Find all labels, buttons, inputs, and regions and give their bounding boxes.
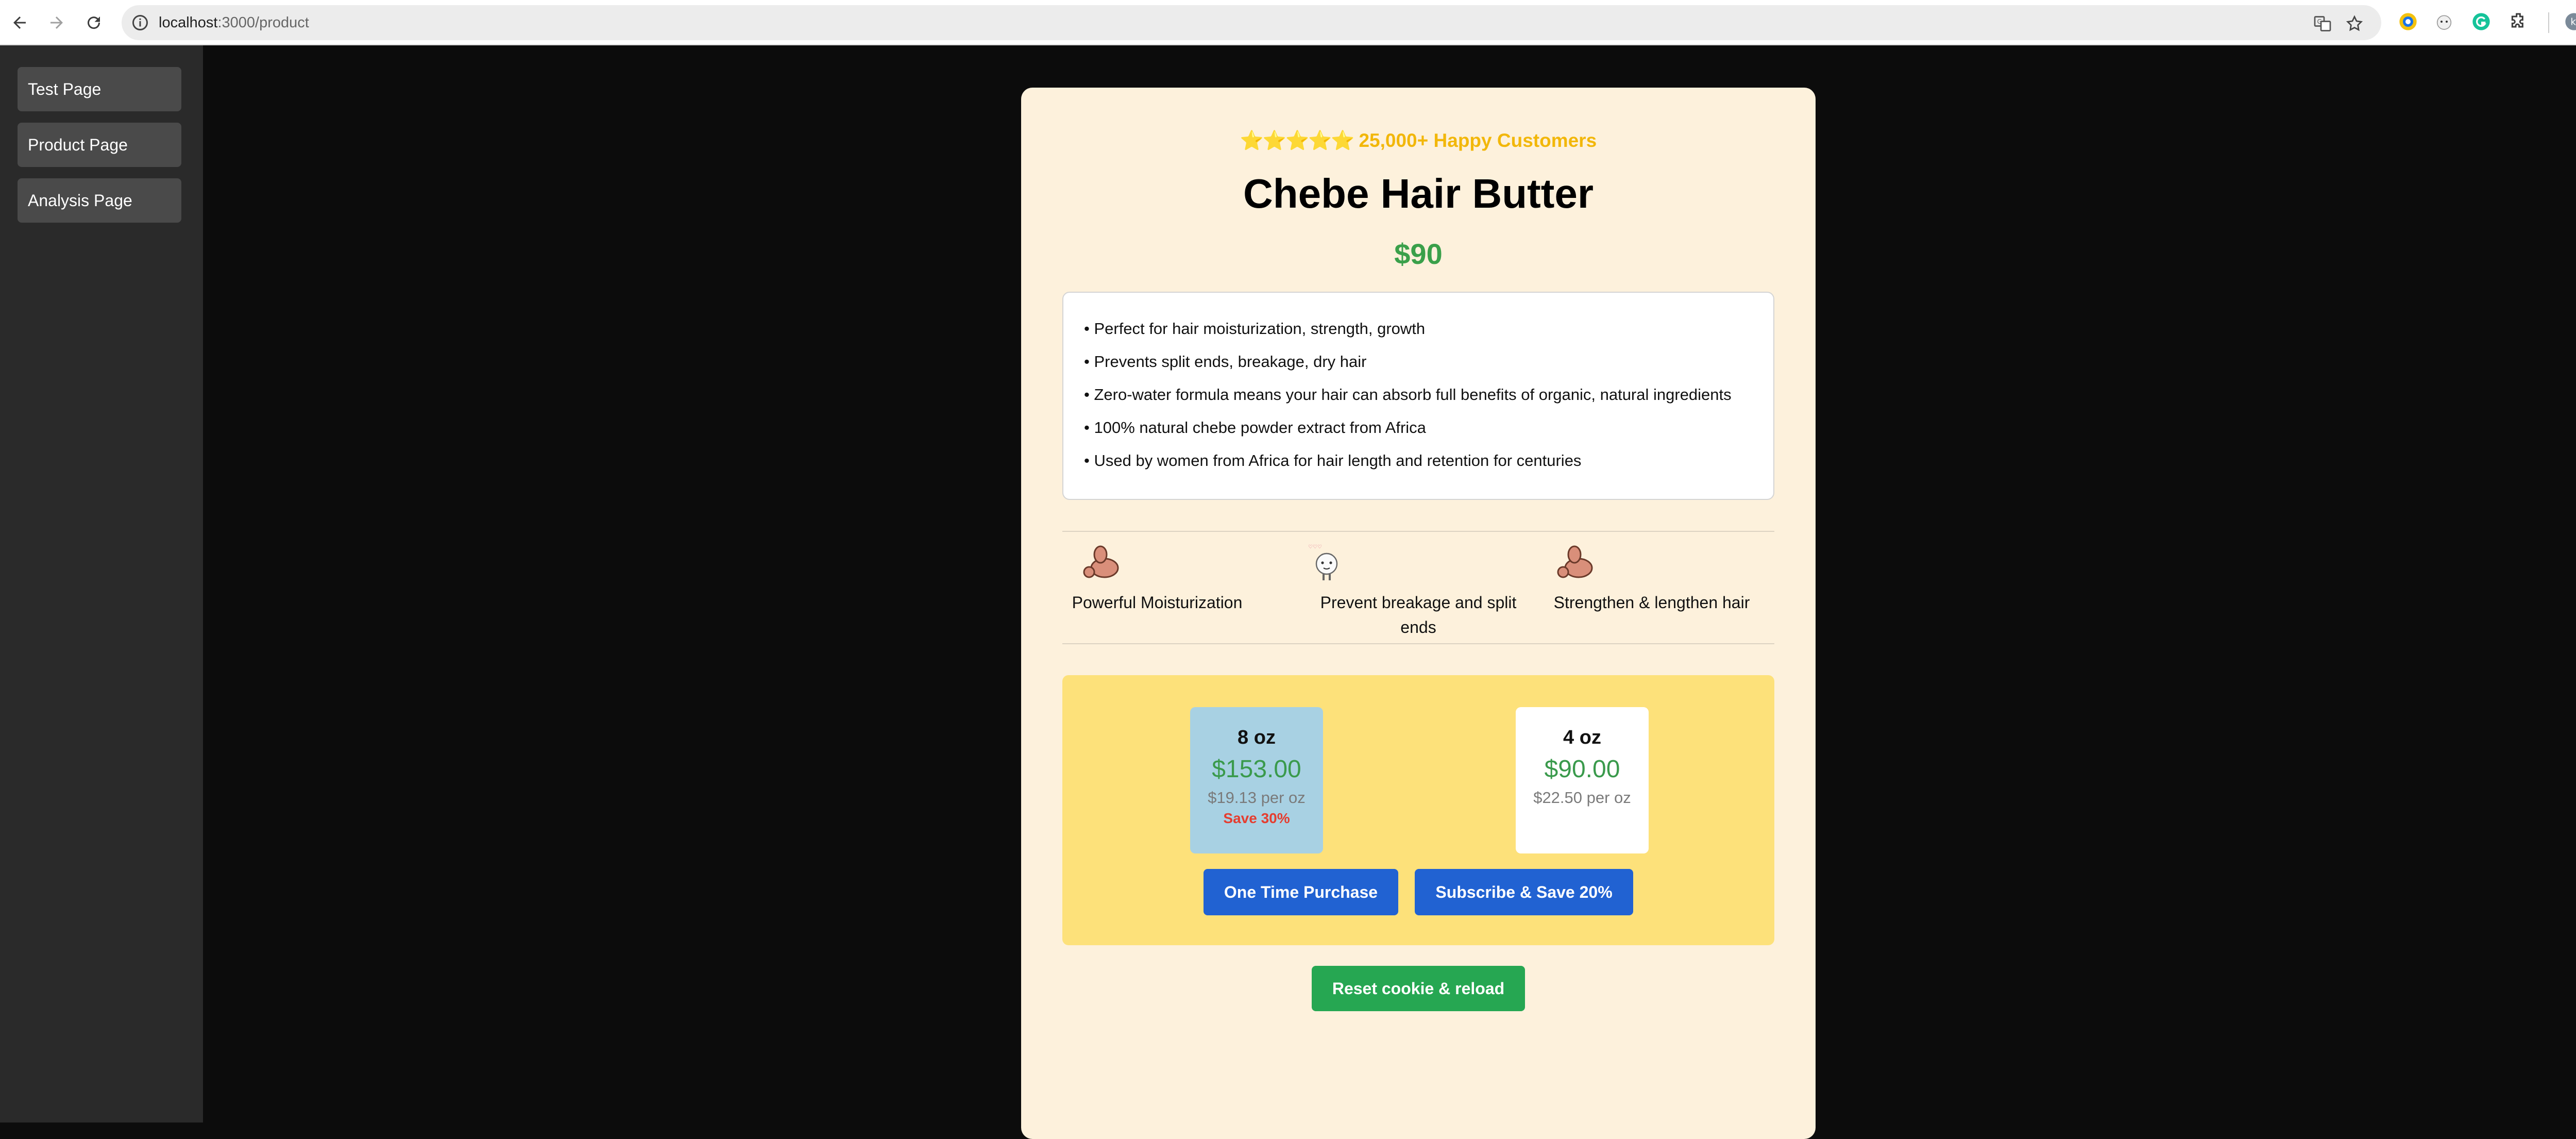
- rating-banner: ⭐⭐⭐⭐⭐ 25,000+ Happy Customers: [1021, 130, 1816, 152]
- sidebar: Test Page Product Page Analysis Page: [0, 45, 203, 1123]
- back-icon[interactable]: [4, 7, 35, 38]
- subscribe-save-button[interactable]: Subscribe & Save 20%: [1415, 869, 1633, 915]
- option-unit-price: $22.50 per oz: [1533, 789, 1631, 807]
- extensions-puzzle-icon[interactable]: [2507, 10, 2530, 33]
- features-bottom-divider: [1062, 643, 1774, 644]
- browser-toolbar: localhost:3000/product G k: [0, 0, 2576, 45]
- toolbar-divider: [2548, 12, 2549, 33]
- option-price: $90.00: [1544, 756, 1620, 783]
- reload-icon[interactable]: [78, 7, 109, 38]
- sidebar-item-label: Analysis Page: [28, 191, 132, 210]
- feature-label: Strengthen & lengthen hair: [1553, 593, 1750, 612]
- character-sticker-icon: ♡♡♡: [1308, 544, 1338, 580]
- sidebar-item-test-page[interactable]: Test Page: [18, 67, 181, 111]
- benefit-item: • Zero-water formula means your hair can…: [1084, 386, 1732, 404]
- svg-text:♡♡♡: ♡♡♡: [1308, 544, 1322, 550]
- translate-icon[interactable]: G: [2313, 14, 2332, 33]
- size-option-4oz[interactable]: 4 oz $90.00 $22.50 per oz: [1516, 707, 1649, 853]
- option-size: 8 oz: [1238, 727, 1276, 748]
- option-save-badge: Save 30%: [1223, 810, 1290, 826]
- feature-label: Powerful Moisturization: [1072, 593, 1243, 612]
- svg-text:k: k: [2570, 17, 2576, 28]
- url-text[interactable]: localhost:3000/product: [159, 14, 309, 31]
- address-bar[interactable]: localhost:3000/product G: [122, 5, 2381, 40]
- forward-icon[interactable]: [41, 7, 72, 38]
- one-time-purchase-button[interactable]: One Time Purchase: [1204, 869, 1398, 915]
- features-top-divider: [1062, 531, 1774, 532]
- flexed-arm-icon: [1557, 545, 1593, 578]
- site-info-icon[interactable]: [131, 13, 149, 32]
- extension-color-icon[interactable]: [2397, 10, 2419, 33]
- feature-moisturization: Powerful Moisturization: [1049, 541, 1265, 615]
- option-unit-price: $19.13 per oz: [1208, 789, 1306, 807]
- bookmark-star-icon[interactable]: [2345, 14, 2364, 33]
- sidebar-item-analysis-page[interactable]: Analysis Page: [18, 178, 181, 223]
- benefit-item: • Used by women from Africa for hair len…: [1084, 451, 1582, 470]
- option-price: $153.00: [1212, 756, 1301, 783]
- rating-stars-icon: ⭐⭐⭐⭐⭐: [1240, 130, 1354, 151]
- product-card: ⭐⭐⭐⭐⭐ 25,000+ Happy Customers Chebe Hair…: [1021, 88, 1816, 1139]
- sidebar-item-label: Test Page: [28, 79, 101, 98]
- sidebar-item-product-page[interactable]: Product Page: [18, 123, 181, 167]
- reset-cookie-button[interactable]: Reset cookie & reload: [1312, 966, 1525, 1011]
- svg-text:G: G: [2317, 18, 2322, 25]
- product-title: Chebe Hair Butter: [1243, 171, 1594, 216]
- extension-cat-icon[interactable]: [2433, 10, 2455, 33]
- feature-prevent-breakage: ♡♡♡ Prevent breakage and split ends: [1308, 541, 1527, 640]
- feature-label: Prevent breakage and split ends: [1320, 593, 1517, 636]
- purchase-options-panel: 8 oz $153.00 $19.13 per oz Save 30% 4 oz…: [1062, 675, 1774, 945]
- benefit-item: • Perfect for hair moisturization, stren…: [1084, 320, 1426, 338]
- profile-avatar[interactable]: k: [2563, 10, 2576, 33]
- benefit-item: • 100% natural chebe powder extract from…: [1084, 418, 1426, 437]
- extension-grammarly-icon[interactable]: [2470, 10, 2493, 33]
- option-size: 4 oz: [1563, 727, 1601, 748]
- benefits-list: • Perfect for hair moisturization, stren…: [1062, 292, 1774, 500]
- product-price: $90: [1394, 238, 1443, 270]
- flexed-arm-icon: [1083, 545, 1119, 578]
- rating-text: 25,000+ Happy Customers: [1359, 130, 1597, 151]
- feature-strengthen: Strengthen & lengthen hair: [1544, 541, 1760, 615]
- benefit-item: • Prevents split ends, breakage, dry hai…: [1084, 353, 1367, 371]
- sidebar-item-label: Product Page: [28, 135, 128, 154]
- size-option-8oz[interactable]: 8 oz $153.00 $19.13 per oz Save 30%: [1190, 707, 1323, 853]
